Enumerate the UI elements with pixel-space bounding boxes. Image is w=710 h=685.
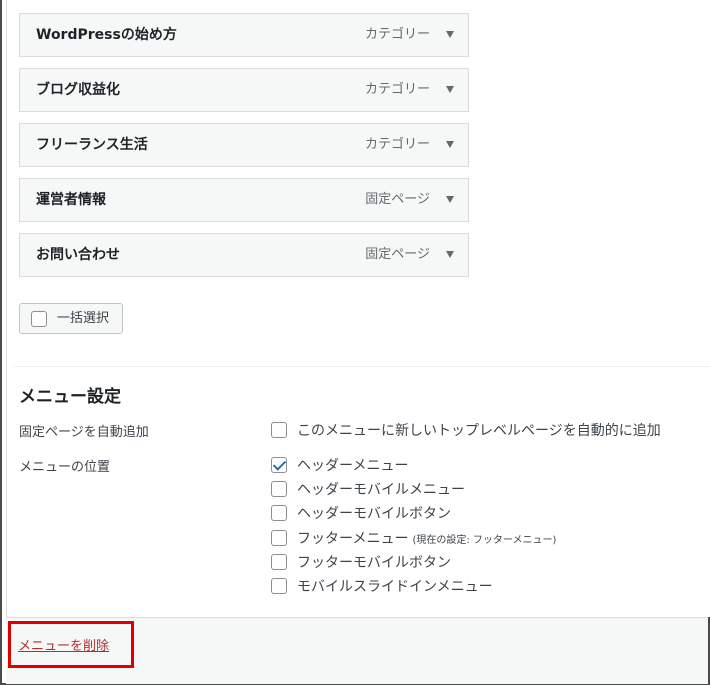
menu-item[interactable]: お問い合わせ 固定ページ bbox=[19, 233, 469, 277]
menu-location-label: メニューの位置 bbox=[19, 460, 111, 475]
section-divider bbox=[13, 366, 710, 367]
header-menu-checkbox[interactable] bbox=[271, 457, 287, 473]
location-option-header-mobile-button[interactable]: ヘッダーモバイルボタン bbox=[271, 502, 451, 524]
bulk-select-label: 一括選択 bbox=[57, 311, 110, 326]
current-setting-note: (現在の設定: フッターメニュー) bbox=[412, 534, 557, 546]
location-option-label: フッターメニュー bbox=[297, 531, 409, 547]
location-option-footer-menu[interactable]: フッターメニュー (現在の設定: フッターメニュー) bbox=[271, 527, 556, 549]
header-mobile-button-checkbox[interactable] bbox=[271, 505, 287, 521]
footer-menu-checkbox[interactable] bbox=[271, 530, 287, 546]
expand-arrow-icon[interactable] bbox=[446, 86, 454, 93]
menu-item-type: 固定ページ bbox=[365, 192, 430, 207]
menu-item-title: WordPressの始め方 bbox=[36, 27, 177, 43]
bulk-select-button[interactable]: 一括選択 bbox=[19, 303, 123, 334]
menu-item-type: カテゴリー bbox=[364, 27, 430, 42]
location-option-mobile-slidein-menu[interactable]: モバイルスライドインメニュー bbox=[271, 575, 493, 597]
menu-item-type: 固定ページ bbox=[365, 247, 430, 262]
location-option-header-menu[interactable]: ヘッダーメニュー bbox=[271, 454, 408, 476]
expand-arrow-icon[interactable] bbox=[446, 31, 454, 38]
menu-item[interactable]: WordPressの始め方 カテゴリー bbox=[19, 13, 469, 57]
location-option-label: ヘッダーモバイルボタン bbox=[297, 506, 451, 522]
location-option-header-mobile-menu[interactable]: ヘッダーモバイルメニュー bbox=[271, 478, 465, 500]
menu-item-type: カテゴリー bbox=[364, 82, 430, 97]
location-option-label: フッターモバイルボタン bbox=[297, 555, 451, 571]
auto-add-checkbox[interactable] bbox=[271, 422, 287, 438]
location-option-footer-mobile-button[interactable]: フッターモバイルボタン bbox=[271, 551, 451, 573]
menu-item-title: ブログ収益化 bbox=[36, 82, 120, 98]
auto-add-option[interactable]: このメニューに新しいトップレベルページを自動的に追加 bbox=[271, 419, 661, 441]
menu-structure-list: WordPressの始め方 カテゴリー ブログ収益化 カテゴリー フリーランス生… bbox=[19, 13, 469, 288]
expand-arrow-icon[interactable] bbox=[446, 141, 454, 148]
menu-item-title: フリーランス生活 bbox=[36, 137, 148, 153]
mobile-slidein-menu-checkbox[interactable] bbox=[271, 578, 287, 594]
menu-item-title: お問い合わせ bbox=[36, 247, 120, 263]
menu-item-type: カテゴリー bbox=[364, 137, 430, 152]
location-option-label: モバイルスライドインメニュー bbox=[297, 579, 493, 595]
menu-edit-panel: WordPressの始め方 カテゴリー ブログ収益化 カテゴリー フリーランス生… bbox=[6, 0, 710, 617]
header-mobile-menu-checkbox[interactable] bbox=[271, 481, 287, 497]
menu-item[interactable]: 運営者情報 固定ページ bbox=[19, 178, 469, 222]
menu-item[interactable]: ブログ収益化 カテゴリー bbox=[19, 68, 469, 112]
footer-mobile-button-checkbox[interactable] bbox=[271, 554, 287, 570]
location-option-label: ヘッダーモバイルメニュー bbox=[297, 482, 465, 498]
menu-settings-heading: メニュー設定 bbox=[19, 387, 121, 407]
expand-arrow-icon[interactable] bbox=[446, 251, 454, 258]
menu-item-title: 運営者情報 bbox=[36, 192, 106, 208]
auto-add-label: 固定ページを自動追加 bbox=[19, 425, 149, 440]
auto-add-option-label: このメニューに新しいトップレベルページを自動的に追加 bbox=[297, 423, 661, 439]
expand-arrow-icon[interactable] bbox=[446, 196, 454, 203]
menu-item[interactable]: フリーランス生活 カテゴリー bbox=[19, 123, 469, 167]
bulk-select-checkbox[interactable] bbox=[31, 311, 47, 327]
highlight-box bbox=[8, 621, 134, 668]
location-option-label: ヘッダーメニュー bbox=[297, 458, 409, 474]
